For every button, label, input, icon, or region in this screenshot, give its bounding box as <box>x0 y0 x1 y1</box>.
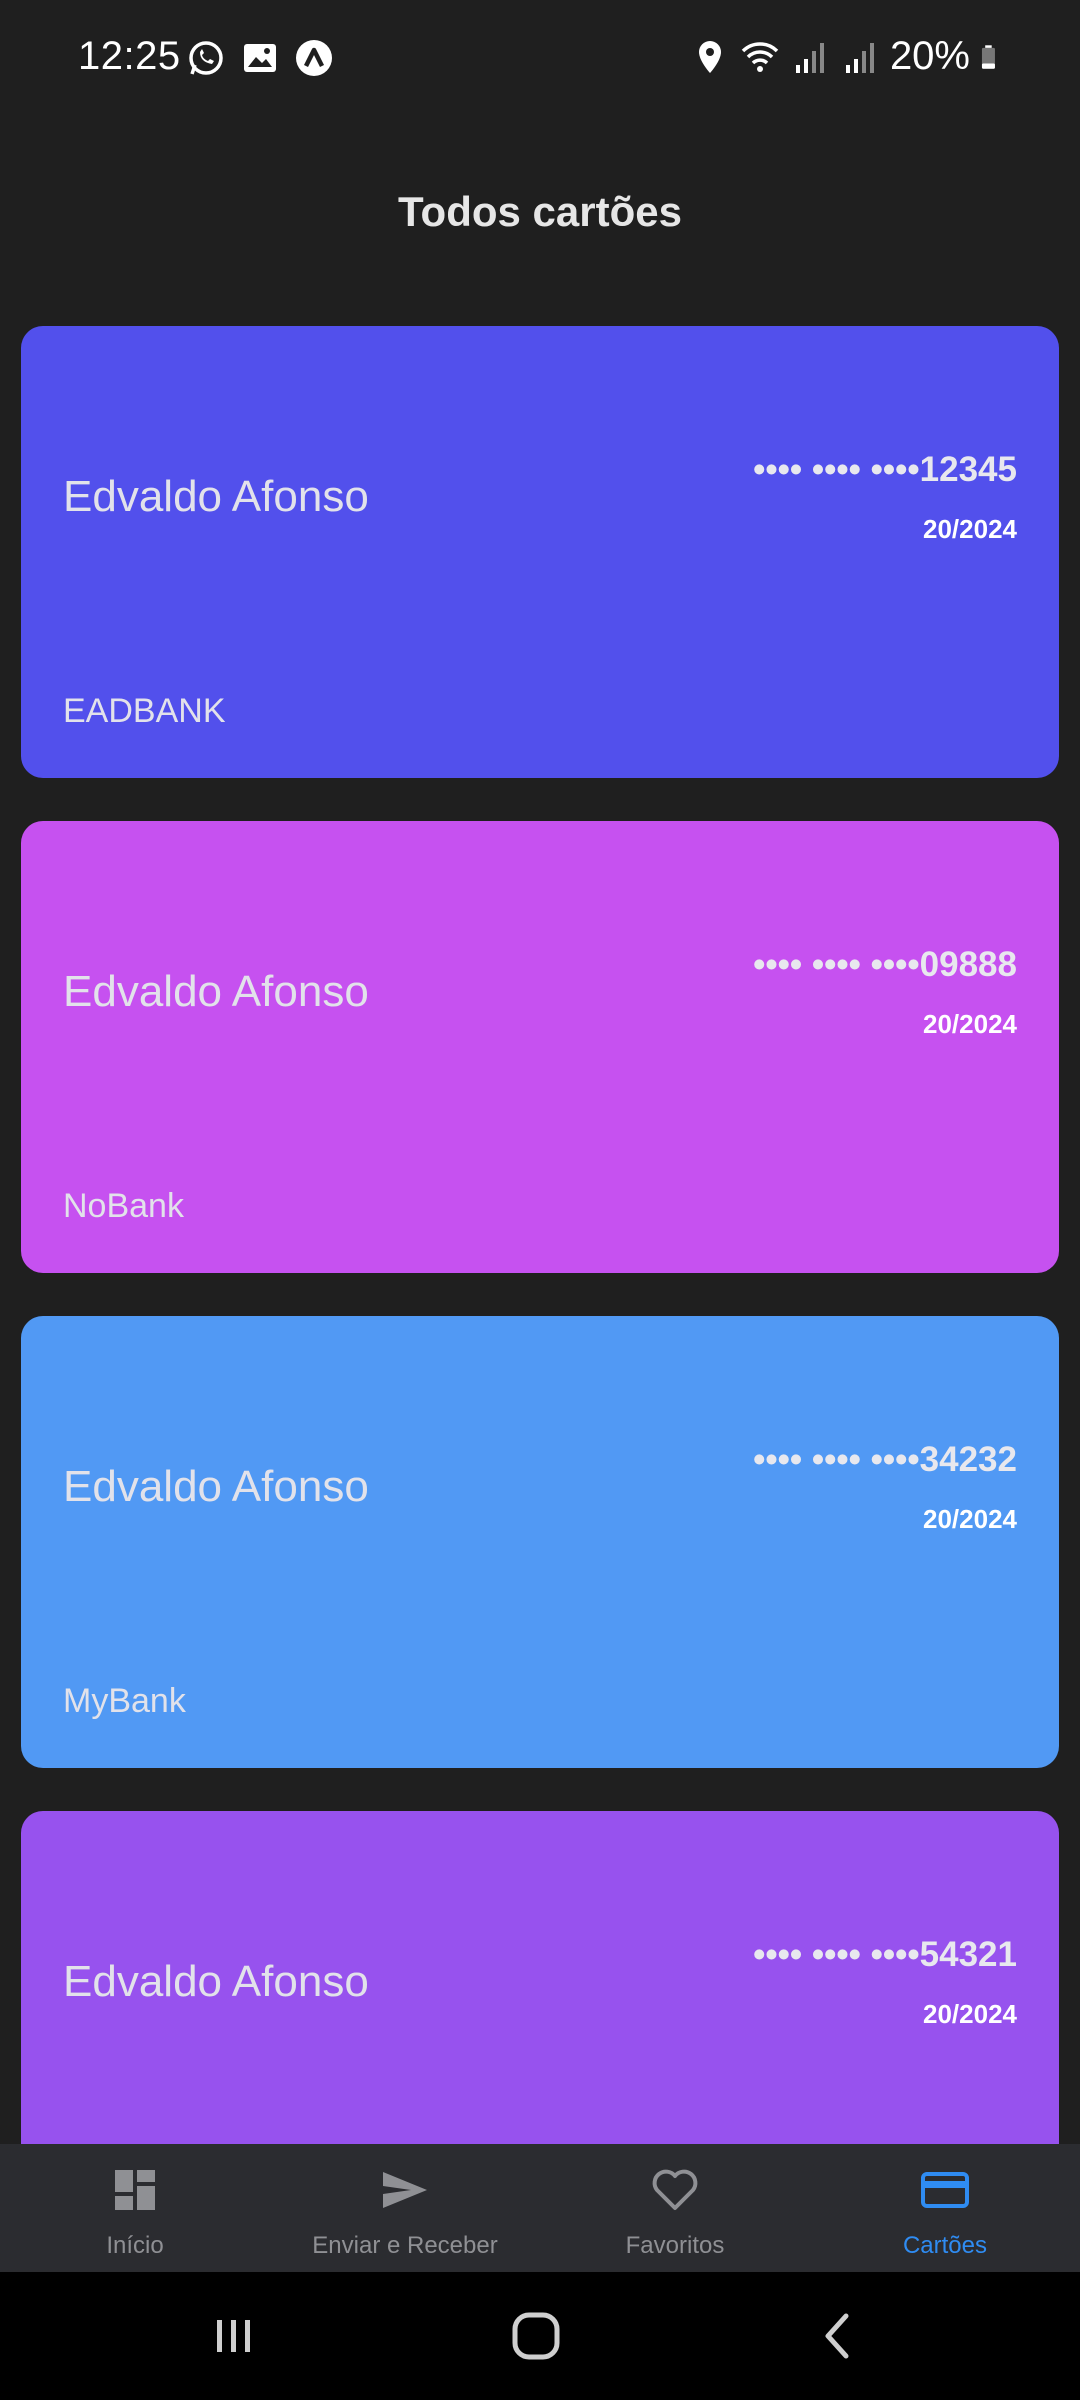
card-expiry: 20/2024 <box>923 1999 1017 2029</box>
app-icon <box>296 40 332 76</box>
nav-item-enviar-e-receber[interactable]: Enviar e Receber <box>270 2144 540 2272</box>
wifi-icon <box>741 41 779 72</box>
card-holder-name: Edvaldo Afonso <box>63 967 369 1016</box>
credit-card-icon <box>921 2172 969 2208</box>
card-bank-name: MyBank <box>63 1682 186 1720</box>
card-bank-name: EADBANK <box>63 692 226 730</box>
back-icon[interactable] <box>808 2306 868 2366</box>
system-navigation-bar <box>0 2272 1080 2400</box>
card-holder-name: Edvaldo Afonso <box>63 1957 369 2006</box>
screen: 12:25 20% Todos cartões Edvaldo Afonso •… <box>0 0 1080 2400</box>
card-bank-name: NoBank <box>63 1187 184 1225</box>
card-expiry: 20/2024 <box>923 514 1017 544</box>
credit-card[interactable]: Edvaldo Afonso •••• •••• ••••12345 20/20… <box>21 326 1059 778</box>
nav-label: Favoritos <box>625 2232 725 2259</box>
card-number: •••• •••• ••••12345 <box>753 450 1017 489</box>
credit-card[interactable]: Edvaldo Afonso •••• •••• ••••34232 20/20… <box>21 1316 1059 1768</box>
heart-icon <box>652 2169 698 2210</box>
status-notification-icons <box>186 38 334 78</box>
card-number: •••• •••• ••••34232 <box>753 1440 1017 1479</box>
card-list[interactable]: Edvaldo Afonso •••• •••• ••••12345 20/20… <box>21 326 1059 2144</box>
recent-apps-icon[interactable] <box>204 2306 264 2366</box>
nav-label: Cartões <box>902 2232 988 2259</box>
location-icon <box>698 40 721 73</box>
gallery-icon <box>244 44 276 72</box>
bottom-navigation: Início Enviar e Receber Favoritos Cartõe… <box>0 2144 1080 2272</box>
battery-icon <box>981 44 995 69</box>
send-icon <box>383 2172 427 2208</box>
nav-item-cartoes[interactable]: Cartões <box>810 2144 1080 2272</box>
nav-item-favoritos[interactable]: Favoritos <box>540 2144 810 2272</box>
card-expiry: 20/2024 <box>923 1504 1017 1534</box>
whatsapp-icon <box>189 41 223 75</box>
nav-label: Início <box>106 2232 164 2259</box>
signal-icon <box>845 42 874 73</box>
status-system-icons: 20% <box>690 34 1006 79</box>
credit-card[interactable]: Edvaldo Afonso •••• •••• ••••54321 20/20… <box>21 1811 1059 2144</box>
credit-card[interactable]: Edvaldo Afonso •••• •••• ••••09888 20/20… <box>21 821 1059 1273</box>
status-time: 12:25 <box>78 34 181 78</box>
card-holder-name: Edvaldo Afonso <box>63 472 369 521</box>
card-number: •••• •••• ••••09888 <box>753 945 1017 984</box>
nav-label: Enviar e Receber <box>312 2232 498 2259</box>
card-number: •••• •••• ••••54321 <box>753 1935 1017 1974</box>
battery-percentage: 20% <box>889 34 970 78</box>
card-expiry: 20/2024 <box>923 1009 1017 1039</box>
card-holder-name: Edvaldo Afonso <box>63 1462 369 1511</box>
signal-icon <box>795 42 824 73</box>
nav-item-inicio[interactable]: Início <box>0 2144 270 2272</box>
home-icon[interactable] <box>506 2306 566 2366</box>
status-bar: 12:25 20% <box>0 0 1080 120</box>
dashboard-icon <box>115 2170 155 2210</box>
page-title: Todos cartões <box>398 188 682 235</box>
